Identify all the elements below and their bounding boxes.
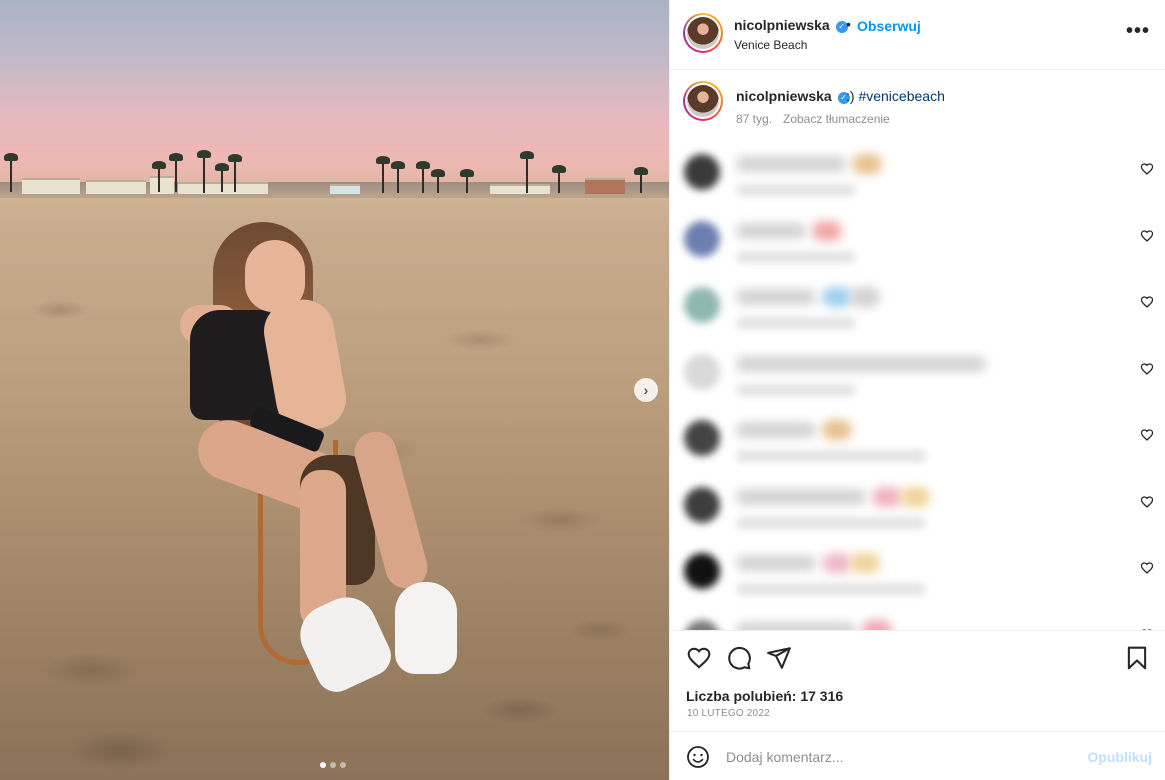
palm-tree <box>391 161 405 193</box>
author-username-row[interactable]: nicolpniewska ✓ <box>734 17 848 33</box>
comment-text-blurred <box>736 621 856 630</box>
caption-avatar[interactable] <box>683 81 723 121</box>
palm-tree <box>228 154 242 192</box>
caption-time-ago[interactable]: 87 tyg. <box>736 112 772 126</box>
comment-row[interactable] <box>670 479 1165 539</box>
carousel-dot <box>330 762 336 768</box>
comment-emoji-blurred <box>852 154 882 174</box>
carousel-indicator <box>320 762 346 768</box>
comment-meta-blurred <box>736 317 856 329</box>
comment-icon[interactable] <box>726 645 752 671</box>
caption-hashtag[interactable]: #venicebeach <box>858 88 944 104</box>
caption-username-row[interactable]: nicolpniewska ✓ <box>736 88 850 104</box>
comment-like-heart-icon[interactable] <box>1140 362 1154 376</box>
palm-tree <box>416 161 430 193</box>
comment-meta-blurred <box>736 250 856 263</box>
comment-emoji-blurred <box>872 486 902 507</box>
comment-emoji-blurred <box>822 553 852 573</box>
comment-like-heart-icon[interactable] <box>1140 295 1154 309</box>
comment-avatar[interactable] <box>684 154 720 190</box>
comment-row[interactable] <box>670 412 1165 472</box>
comment-avatar[interactable] <box>684 220 720 257</box>
comment-emoji-blurred <box>812 220 842 241</box>
palm-tree <box>376 156 390 193</box>
author-username[interactable]: nicolpniewska <box>734 17 830 33</box>
post-date: 10 LUTEGO 2022 <box>687 708 770 719</box>
comment-avatar[interactable] <box>684 420 720 456</box>
comment-text-blurred <box>736 156 846 172</box>
palm-tree <box>169 153 183 192</box>
comment-row[interactable] <box>670 213 1165 273</box>
comment-meta-blurred <box>736 583 926 595</box>
comment-emoji-blurred <box>850 287 880 307</box>
palm-tree <box>215 163 229 192</box>
heart-icon[interactable] <box>686 645 712 671</box>
palm-tree <box>197 150 211 193</box>
carousel-next-button[interactable]: › <box>634 378 658 402</box>
palm-tree <box>520 151 534 193</box>
post-photo[interactable]: › <box>0 0 669 780</box>
comment-meta-blurred <box>736 516 926 529</box>
post-actions: Liczba polubień: 17 316 10 LUTEGO 2022 <box>670 630 1165 730</box>
comment-text-blurred <box>736 555 816 571</box>
comment-row[interactable] <box>670 279 1165 339</box>
post-header: nicolpniewska ✓ • Obserwuj Venice Beach … <box>670 0 1165 70</box>
palm-tree <box>4 153 18 192</box>
comment-emoji-blurred <box>900 486 930 507</box>
comment-avatar[interactable] <box>684 619 720 630</box>
comment-text-blurred <box>736 355 986 372</box>
likes-count[interactable]: Liczba polubień: 17 316 <box>686 688 843 704</box>
add-comment-bar: Opublikuj <box>670 731 1165 780</box>
sneaker <box>395 582 457 674</box>
comment-avatar[interactable] <box>684 486 720 523</box>
carousel-dot-active <box>320 762 326 768</box>
comment-emoji-blurred <box>822 420 852 440</box>
comment-avatar[interactable] <box>684 553 720 589</box>
comment-text-blurred <box>736 289 816 305</box>
comment-row[interactable] <box>670 612 1165 630</box>
comment-emoji-blurred <box>822 287 852 307</box>
comment-input[interactable] <box>726 746 1066 768</box>
comment-emoji-blurred <box>862 619 892 630</box>
comment-row[interactable] <box>670 146 1165 206</box>
comment-like-heart-icon[interactable] <box>1140 495 1154 509</box>
post-location[interactable]: Venice Beach <box>734 38 807 52</box>
comment-row[interactable] <box>670 545 1165 605</box>
comment-text-blurred <box>736 488 866 505</box>
carousel-dot <box>340 762 346 768</box>
share-icon[interactable] <box>766 645 792 671</box>
more-options-icon[interactable]: ••• <box>1126 20 1150 43</box>
follow-button[interactable]: Obserwuj <box>857 18 921 34</box>
caption-username[interactable]: nicolpniewska <box>736 88 832 104</box>
caption-text: :) #venicebeach <box>846 88 945 104</box>
comment-like-heart-icon[interactable] <box>1140 428 1154 442</box>
comment-like-heart-icon[interactable] <box>1140 229 1154 243</box>
comment-meta-blurred <box>736 383 856 396</box>
publish-button[interactable]: Opublikuj <box>1087 749 1152 765</box>
comment-like-heart-icon[interactable] <box>1140 561 1154 575</box>
separator-dot: • <box>846 16 851 32</box>
comment-avatar[interactable] <box>684 353 720 390</box>
post-panel: nicolpniewska ✓ • Obserwuj Venice Beach … <box>669 0 1165 780</box>
comment-meta-blurred <box>736 184 856 196</box>
bookmark-icon[interactable] <box>1124 645 1150 671</box>
caption-body: :) <box>846 88 855 104</box>
comment-text-blurred <box>736 422 816 438</box>
comment-like-heart-icon[interactable] <box>1140 162 1154 176</box>
comment-emoji-blurred <box>850 553 880 573</box>
comment-text-blurred <box>736 222 806 239</box>
comment-avatar[interactable] <box>684 287 720 323</box>
comments-list[interactable] <box>670 138 1165 630</box>
see-translation-link[interactable]: Zobacz tłumaczenie <box>783 112 890 126</box>
author-avatar[interactable] <box>683 13 723 53</box>
chevron-right-icon: › <box>643 382 649 398</box>
palm-tree <box>152 161 166 192</box>
comment-row[interactable] <box>670 346 1165 406</box>
emoji-smile-icon[interactable] <box>686 745 710 769</box>
comment-meta-blurred <box>736 450 926 462</box>
